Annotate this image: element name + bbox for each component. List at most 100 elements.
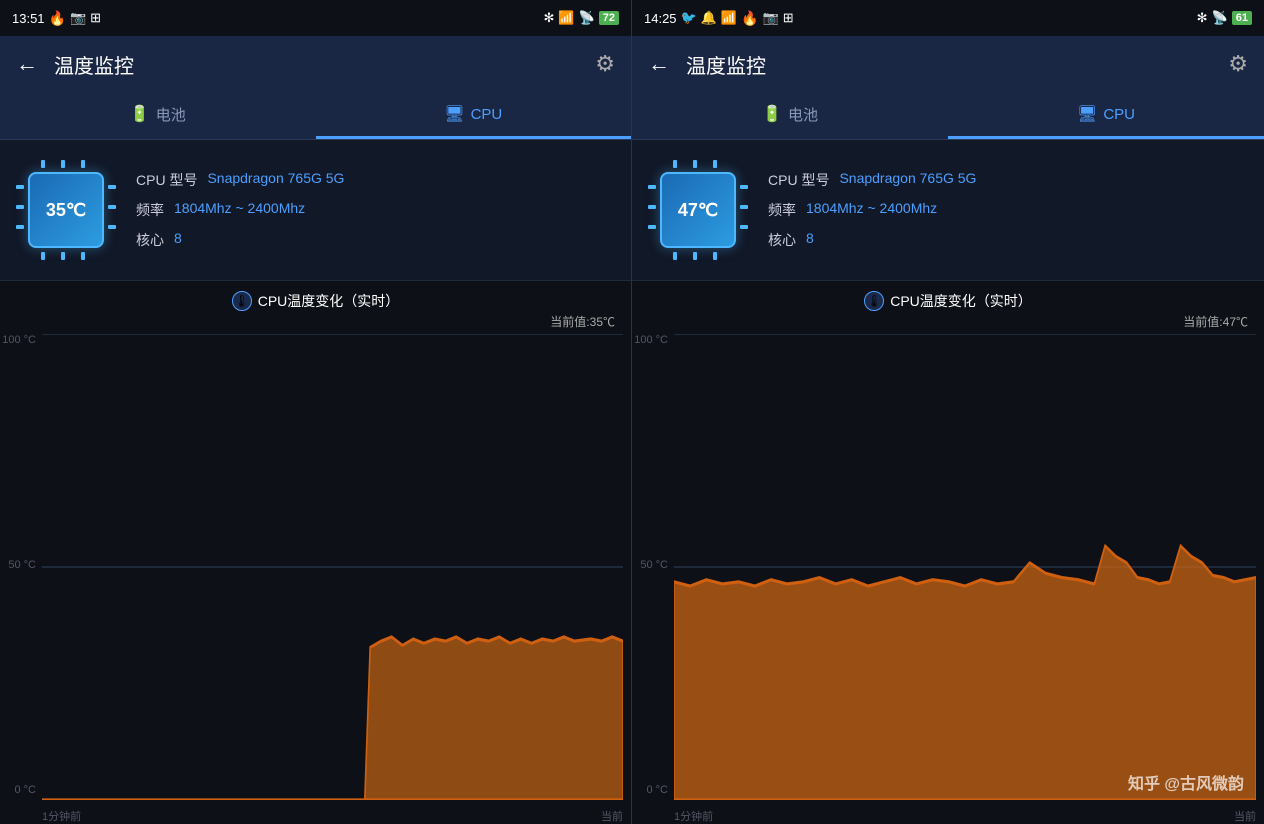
back-button-1[interactable]: ← — [16, 51, 38, 77]
pin-l1-1 — [16, 185, 24, 189]
model-row-2: CPU 型号 Snapdragon 765G 5G — [768, 170, 1248, 190]
settings-button-1[interactable]: ⚙ — [595, 51, 615, 77]
flame-icon-1: 🔥 — [49, 10, 66, 27]
y-label-100-2: 100 °C — [632, 334, 672, 346]
y-label-50-2: 50 °C — [632, 559, 672, 571]
bluetooth-icon-2: ✻ — [1197, 10, 1208, 26]
pin-b1-2 — [673, 252, 677, 260]
current-value-1: 35℃ — [590, 315, 615, 329]
bell-icon-2: 🔔 — [701, 10, 717, 26]
current-value-row-2: 当前值:47℃ — [632, 313, 1264, 330]
chip-body-1: 35℃ — [28, 172, 104, 248]
model-value-2: Snapdragon 765G 5G — [839, 170, 976, 190]
y-label-0-1: 0 °C — [0, 784, 40, 796]
current-label-2: 当前值: — [1183, 315, 1222, 329]
x-label-end-1: 当前 — [601, 808, 623, 824]
grid-icon-2: ⊞ — [783, 10, 794, 26]
tabs-1: 🔋 电池 🖥 CPU — [0, 92, 631, 140]
chart-container-1: 100 °C 50 °C 0 °C 1分钟前 当前 — [0, 334, 631, 824]
freq-label-2: 频率 — [768, 200, 796, 220]
signal-icon-2: 📶 — [721, 10, 737, 26]
sim-icon-1: 📶 — [558, 10, 574, 26]
tabs-2: 🔋 电池 🖥 CPU — [632, 92, 1264, 140]
back-button-2[interactable]: ← — [648, 51, 670, 77]
x-label-start-1: 1分钟前 — [42, 808, 81, 824]
chart-x-labels-1: 1分钟前 当前 — [42, 808, 623, 824]
bird-icon-2: 🐦 — [681, 10, 697, 26]
tab-cpu-1[interactable]: 🖥 CPU — [316, 92, 632, 139]
chart-title-1: CPU温度变化（实时） — [258, 291, 400, 311]
bluetooth-icon-1: ✻ — [543, 10, 554, 26]
chart-x-labels-2: 1分钟前 当前 — [674, 808, 1256, 824]
battery-tab-icon-2: 🔋 — [762, 104, 782, 124]
cpu-tab-icon-1: 🖥 — [444, 104, 464, 124]
core-value-2: 8 — [806, 230, 814, 250]
chart-container-2: 100 °C 50 °C 0 °C 1分钟前 当前 — [632, 334, 1264, 824]
chart-section-2: 🌡 CPU温度变化（实时） 当前值:47℃ 100 °C 50 °C 0 °C — [632, 281, 1264, 824]
wifi-icon-1: 📡 — [579, 10, 595, 26]
pin-b3-1 — [81, 252, 85, 260]
battery-1: 72 — [599, 11, 619, 25]
x-label-start-2: 1分钟前 — [674, 808, 713, 824]
pin-t3-2 — [713, 160, 717, 168]
pin-r2-2 — [740, 205, 748, 209]
chart-area-1 — [42, 334, 623, 800]
pin-b1-1 — [41, 252, 45, 260]
pin-b2-2 — [693, 252, 697, 260]
tab-cpu-2[interactable]: 🖥 CPU — [948, 92, 1264, 139]
tab-battery-2[interactable]: 🔋 电池 — [632, 92, 948, 139]
pin-r2-1 — [108, 205, 116, 209]
chip-temp-2: 47℃ — [678, 200, 718, 221]
cpu-info-1: 35℃ CPU 型号 Snapdragon 765G 5G 频率 1804Mhz… — [0, 140, 631, 281]
chart-title-row-2: 🌡 CPU温度变化（实时） — [632, 291, 1264, 311]
time-1: 13:51 — [12, 11, 45, 26]
status-left-1: 13:51 🔥 📷 ⊞ — [12, 10, 101, 27]
screen-icon-1: 📷 — [70, 10, 86, 26]
cpu-tab-icon-2: 🖥 — [1077, 104, 1097, 124]
current-value-2: 47℃ — [1223, 315, 1248, 329]
model-label-2: CPU 型号 — [768, 170, 829, 190]
battery-tab-label-1: 电池 — [156, 104, 186, 125]
phone-panel-1: 13:51 🔥 📷 ⊞ ✻ 📶 📡 72 ← 温度监控 ⚙ 🔋 电池 🖥 CPU — [0, 0, 632, 824]
freq-row-2: 频率 1804Mhz ~ 2400Mhz — [768, 200, 1248, 220]
chart-y-labels-1: 100 °C 50 °C 0 °C — [0, 334, 40, 800]
status-right-1: ✻ 📶 📡 72 — [543, 10, 619, 26]
core-row-2: 核心 8 — [768, 230, 1248, 250]
pin-t2-2 — [693, 160, 697, 168]
pin-b2-1 — [61, 252, 65, 260]
core-row-1: 核心 8 — [136, 230, 615, 250]
status-bar-2: 14:25 🐦 🔔 📶 🔥 📷 ⊞ ✻ 📡 61 — [632, 0, 1264, 36]
page-title-2: 温度监控 — [686, 50, 1212, 79]
chart-title-2: CPU温度变化（实时） — [890, 291, 1032, 311]
current-value-row-1: 当前值:35℃ — [0, 313, 631, 330]
wifi-icon-2: 📡 — [1212, 10, 1228, 26]
status-right-2: ✻ 📡 61 — [1197, 10, 1252, 26]
watermark: 知乎 @古风微韵 — [1128, 770, 1244, 794]
settings-button-2[interactable]: ⚙ — [1228, 51, 1248, 77]
core-label-2: 核心 — [768, 230, 796, 250]
pin-r3-1 — [108, 225, 116, 229]
y-label-0-2: 0 °C — [632, 784, 672, 796]
time-2: 14:25 — [644, 11, 677, 26]
thermometer-icon-1: 🌡 — [232, 291, 252, 311]
thermometer-icon-2: 🌡 — [864, 291, 884, 311]
y-label-50-1: 50 °C — [0, 559, 40, 571]
freq-row-1: 频率 1804Mhz ~ 2400Mhz — [136, 200, 615, 220]
status-bar-1: 13:51 🔥 📷 ⊞ ✻ 📶 📡 72 — [0, 0, 631, 36]
pin-b3-2 — [713, 252, 717, 260]
pin-l2-1 — [16, 205, 24, 209]
cpu-tab-label-1: CPU — [471, 106, 503, 123]
tab-battery-1[interactable]: 🔋 电池 — [0, 92, 316, 139]
chart-title-row-1: 🌡 CPU温度变化（实时） — [0, 291, 631, 311]
pin-l3-2 — [648, 225, 656, 229]
chart-area-2 — [674, 334, 1256, 800]
cpu-tab-label-2: CPU — [1103, 106, 1135, 123]
chart-svg-1 — [42, 334, 623, 800]
app-header-2: ← 温度监控 ⚙ — [632, 36, 1264, 92]
freq-label-1: 频率 — [136, 200, 164, 220]
core-value-1: 8 — [174, 230, 182, 250]
cpu-details-2: CPU 型号 Snapdragon 765G 5G 频率 1804Mhz ~ 2… — [768, 170, 1248, 250]
cpu-info-2: 47℃ CPU 型号 Snapdragon 765G 5G 频率 1804Mhz… — [632, 140, 1264, 281]
chart-svg-2 — [674, 334, 1256, 800]
chip-temp-1: 35℃ — [46, 200, 86, 221]
